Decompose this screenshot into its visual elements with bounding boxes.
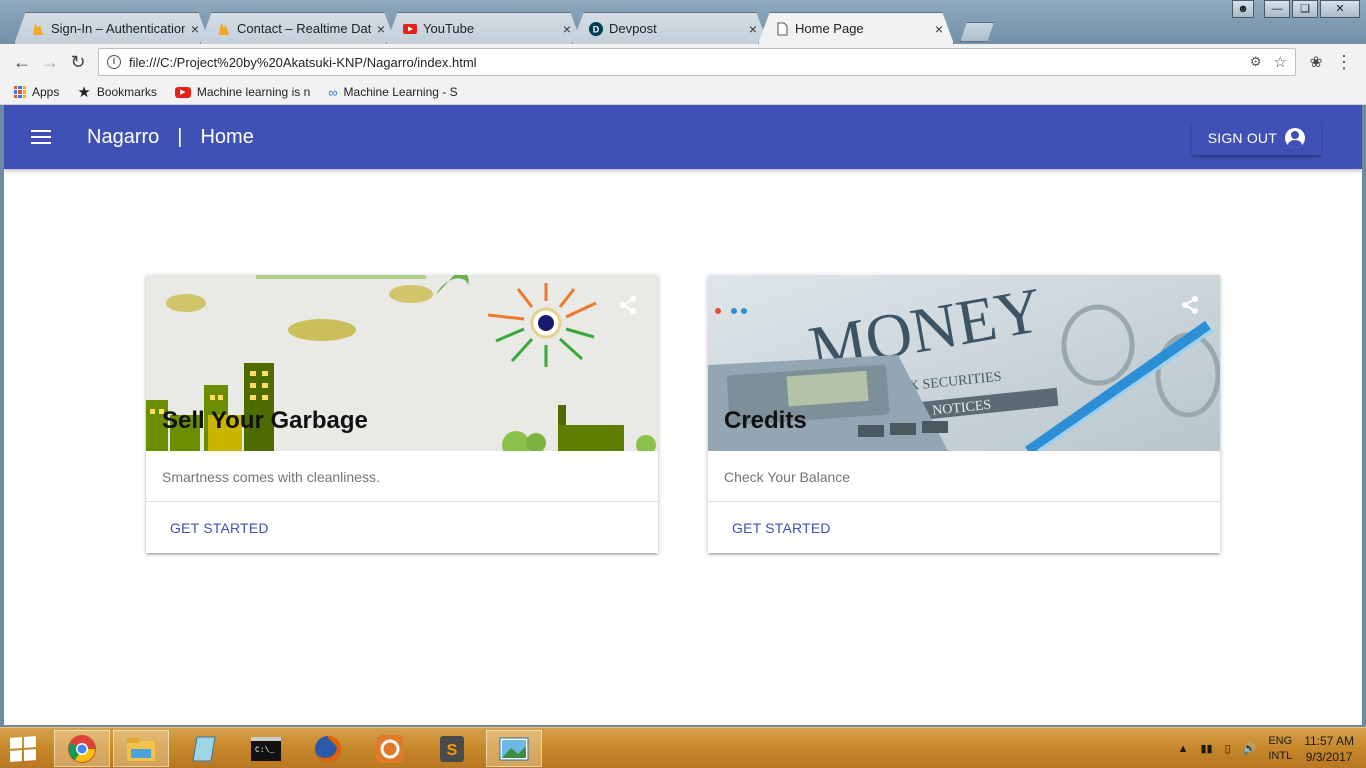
card-image-green-city: Sell Your Garbage	[146, 275, 658, 451]
bookmark-label: Bookmarks	[96, 85, 157, 99]
firebase-icon	[217, 22, 231, 36]
svg-text:S: S	[447, 742, 458, 759]
bookmark-machine-learning[interactable]: ∞ Machine Learning - S	[328, 85, 457, 100]
photos-icon[interactable]	[486, 730, 542, 767]
devpost-icon: D	[589, 21, 603, 36]
tab-strip: Sign-In – Authentication × Contact – Rea…	[14, 12, 994, 44]
browser-toolbar: ← → ↻ i file:///C:/Project%20by%20Akatsu…	[0, 44, 1366, 80]
system-tray: ▲ ▮▮ ▯ 🔊 ENG INTL 11:57 AM 9/3/2017	[1178, 728, 1354, 768]
volume-icon[interactable]: 🔊	[1243, 742, 1257, 755]
network-icon[interactable]: ▮▮	[1200, 742, 1212, 755]
url-text[interactable]: file:///C:/Project%20by%20Akatsuki-KNP/N…	[129, 55, 1250, 70]
taskbar: C:\_ S ▲ ▮▮ ▯ 🔊 ENG INTL 11:57 AM 9/3/20…	[0, 727, 1366, 768]
cmd-icon[interactable]: C:\_	[238, 730, 294, 767]
account-circle-icon	[1285, 128, 1305, 148]
bookmark-label: Machine learning is n	[196, 85, 311, 99]
file-explorer-icon[interactable]	[113, 730, 169, 767]
language-code: ENG	[1268, 734, 1293, 747]
app-icon[interactable]	[362, 730, 418, 767]
bookmark-label: Machine Learning - S	[343, 85, 458, 99]
tab-contact[interactable]: Contact – Realtime Data ×	[200, 12, 396, 44]
window-controls: ☻ — ❑ ✕	[1232, 0, 1360, 18]
card-image-money: MONEY GX SECURITIES NOTICES Credits	[708, 275, 1220, 451]
tab-home-page[interactable]: Home Page ×	[758, 12, 954, 44]
tab-title: Contact – Realtime Data	[237, 21, 371, 36]
firebase-icon	[31, 22, 45, 36]
bookmarks-bar: Apps ★ Bookmarks ▶ Machine learning is n…	[0, 80, 1366, 105]
language-indicator[interactable]: ENG INTL	[1268, 734, 1292, 764]
address-bar[interactable]: i file:///C:/Project%20by%20Akatsuki-KNP…	[98, 48, 1296, 76]
apps-grid-icon	[14, 86, 26, 98]
notepad-icon[interactable]	[176, 730, 232, 767]
tab-title: Devpost	[609, 21, 657, 36]
document-icon	[775, 22, 789, 36]
close-icon[interactable]: ×	[563, 21, 571, 37]
info-icon[interactable]: i	[107, 55, 121, 69]
hamburger-menu-icon[interactable]	[31, 130, 51, 144]
sign-out-button[interactable]: SIGN OUT	[1191, 121, 1321, 155]
bookmark-star-icon[interactable]: ☆	[1274, 53, 1287, 71]
maximize-button[interactable]: ❑	[1292, 0, 1318, 18]
page-title: Home	[200, 125, 254, 148]
tab-youtube[interactable]: YouTube ×	[386, 12, 582, 44]
page-viewport: Nagarro | Home SIGN OUT Sell Your Garbag…	[4, 105, 1362, 725]
get-started-button[interactable]: GET STARTED	[708, 502, 1220, 554]
bookmark-bookmarks[interactable]: ★ Bookmarks	[77, 83, 156, 101]
bookmark-machine-learning-yt[interactable]: ▶ Machine learning is n	[174, 85, 311, 99]
close-icon[interactable]: ×	[191, 21, 199, 37]
bookmark-apps[interactable]: Apps	[14, 85, 59, 99]
sign-out-label: SIGN OUT	[1207, 130, 1277, 146]
star-icon: ★	[77, 84, 91, 101]
tab-devpost[interactable]: D Devpost ×	[572, 12, 768, 44]
close-icon[interactable]: ×	[749, 21, 757, 37]
card-supporting-text: Check Your Balance	[708, 451, 1220, 502]
windows-start-icon[interactable]	[10, 736, 36, 762]
close-icon[interactable]: ×	[935, 21, 943, 37]
clock-time: 11:57 AM	[1304, 733, 1354, 748]
svg-text:D: D	[593, 24, 600, 34]
card-supporting-text: Smartness comes with cleanliness.	[146, 451, 658, 502]
close-window-button[interactable]: ✕	[1320, 0, 1360, 18]
card-sell-garbage: Sell Your Garbage Smartness comes with c…	[146, 275, 658, 553]
brand-name: Nagarro	[87, 125, 160, 148]
menu-icon[interactable]: ⋮	[1330, 52, 1358, 73]
close-icon[interactable]: ×	[377, 21, 385, 37]
minimize-button[interactable]: —	[1264, 0, 1290, 18]
title-separator: |	[177, 125, 183, 148]
battery-icon[interactable]: ▯	[1225, 742, 1231, 755]
svg-text:C:\_: C:\_	[255, 746, 274, 755]
tab-sign-in[interactable]: Sign-In – Authentication ×	[14, 12, 210, 44]
back-arrow-icon[interactable]: ←	[8, 48, 36, 76]
forward-arrow-icon[interactable]: →	[36, 48, 64, 76]
chrome-icon[interactable]	[54, 730, 110, 767]
chevron-up-icon[interactable]: ▲	[1178, 743, 1189, 755]
keyboard-layout: INTL	[1268, 749, 1293, 762]
share-icon[interactable]	[618, 295, 638, 320]
youtube-icon: ▶	[174, 86, 191, 98]
link-icon: ∞	[328, 84, 338, 100]
translate-icon[interactable]: ⚙	[1250, 54, 1262, 70]
clock-date: 9/3/2017	[1305, 749, 1353, 764]
sublime-icon[interactable]: S	[424, 730, 480, 767]
tab-title: Home Page	[795, 21, 864, 36]
youtube-icon	[403, 22, 417, 36]
clock[interactable]: 11:57 AM 9/3/2017	[1304, 733, 1354, 765]
firefox-icon[interactable]	[300, 730, 356, 767]
bookmark-label: Apps	[32, 85, 60, 99]
reload-icon[interactable]: ↻	[64, 48, 92, 76]
card-credits: MONEY GX SECURITIES NOTICES Credits Chec…	[708, 275, 1220, 553]
tab-title: YouTube	[423, 21, 475, 36]
get-started-button[interactable]: GET STARTED	[146, 502, 658, 554]
new-tab-button[interactable]	[960, 22, 994, 42]
card-title: Credits	[724, 407, 807, 434]
extension-icon[interactable]: ❀	[1302, 48, 1330, 76]
app-bar: Nagarro | Home SIGN OUT	[4, 105, 1362, 169]
card-title: Sell Your Garbage	[162, 407, 368, 434]
share-icon[interactable]	[1180, 295, 1200, 320]
tab-title: Sign-In – Authentication	[51, 21, 185, 36]
profile-button[interactable]: ☻	[1232, 0, 1254, 18]
